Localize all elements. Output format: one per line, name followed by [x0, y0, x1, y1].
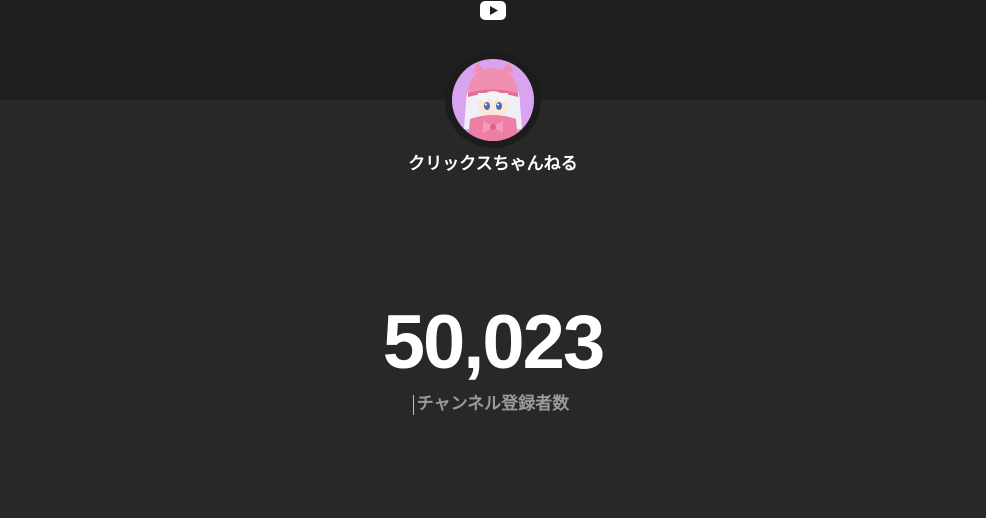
text-cursor	[413, 395, 414, 415]
youtube-play-icon[interactable]	[480, 1, 506, 20]
subscriber-counter-page: クリックスちゃんねる 50,023 チャンネル登録者数	[0, 0, 986, 518]
subscriber-count: 50,023	[382, 300, 605, 385]
subscriber-label: チャンネル登録者数	[416, 394, 570, 414]
channel-name[interactable]: クリックスちゃんねる	[0, 151, 986, 177]
anime-girl-avatar	[452, 59, 534, 141]
channel-avatar[interactable]	[452, 59, 534, 141]
